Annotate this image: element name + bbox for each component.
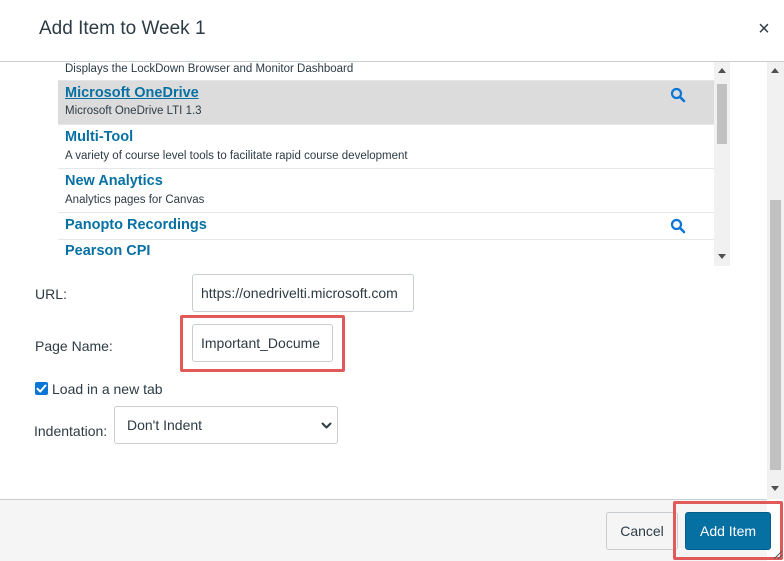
resize-handle-icon[interactable] <box>773 550 783 560</box>
tool-description: Analytics pages for Canvas <box>65 194 205 206</box>
load-new-tab-label[interactable]: Load in a new tab <box>52 381 163 397</box>
tool-name-link[interactable]: Multi-Tool <box>65 129 133 145</box>
scroll-up-icon[interactable] <box>718 68 726 73</box>
page-name-input[interactable] <box>192 324 333 362</box>
url-label: URL: <box>35 286 67 302</box>
list-item-pearson-cpi[interactable]: Pearson CPI <box>58 240 714 266</box>
list-item-panopto-recordings[interactable]: Panopto Recordings <box>58 213 714 240</box>
dialog-title: Add Item to Week 1 <box>39 18 206 39</box>
scroll-down-icon[interactable] <box>718 254 726 259</box>
indentation-select[interactable]: Don't Indent <box>114 406 338 444</box>
scroll-up-icon[interactable] <box>771 68 779 73</box>
dialog-scrollbar[interactable] <box>767 62 784 499</box>
load-new-tab-checkbox[interactable] <box>35 382 48 395</box>
indentation-label: Indentation: <box>34 423 108 439</box>
list-item[interactable]: Displays the LockDown Browser and Monito… <box>58 62 714 81</box>
tool-name-link[interactable]: Pearson CPI <box>65 243 150 259</box>
tool-name-link[interactable]: New Analytics <box>65 173 163 189</box>
scrollbar-thumb[interactable] <box>717 84 727 144</box>
list-item-new-analytics[interactable]: New Analytics Analytics pages for Canvas <box>58 169 714 213</box>
tool-description: Microsoft OneDrive LTI 1.3 <box>65 105 202 117</box>
add-item-button[interactable]: Add Item <box>685 512 771 550</box>
url-input[interactable] <box>192 274 414 312</box>
search-icon[interactable] <box>670 218 686 234</box>
indentation-selected-value: Don't Indent <box>127 417 203 433</box>
search-icon[interactable] <box>670 87 686 103</box>
close-icon[interactable]: × <box>755 19 773 39</box>
tool-description: Displays the LockDown Browser and Monito… <box>65 63 354 75</box>
scrollbar-thumb[interactable] <box>770 200 781 470</box>
tool-description: A variety of course level tools to facil… <box>65 150 408 162</box>
tool-list-scrollbar[interactable] <box>714 62 730 266</box>
page-name-label: Page Name: <box>35 338 113 354</box>
chevron-down-icon <box>321 422 332 429</box>
tool-name-link[interactable]: Microsoft OneDrive <box>65 85 199 101</box>
check-icon <box>36 384 47 393</box>
tool-name-link[interactable]: Panopto Recordings <box>65 217 207 233</box>
dialog-header: Add Item to Week 1 × <box>0 0 784 62</box>
external-tool-list: Displays the LockDown Browser and Monito… <box>58 62 714 266</box>
scroll-down-icon[interactable] <box>771 486 779 491</box>
cancel-button[interactable]: Cancel <box>606 512 678 550</box>
list-item-microsoft-onedrive[interactable]: Microsoft OneDrive Microsoft OneDrive LT… <box>58 81 714 125</box>
list-item-multi-tool[interactable]: Multi-Tool A variety of course level too… <box>58 125 714 169</box>
